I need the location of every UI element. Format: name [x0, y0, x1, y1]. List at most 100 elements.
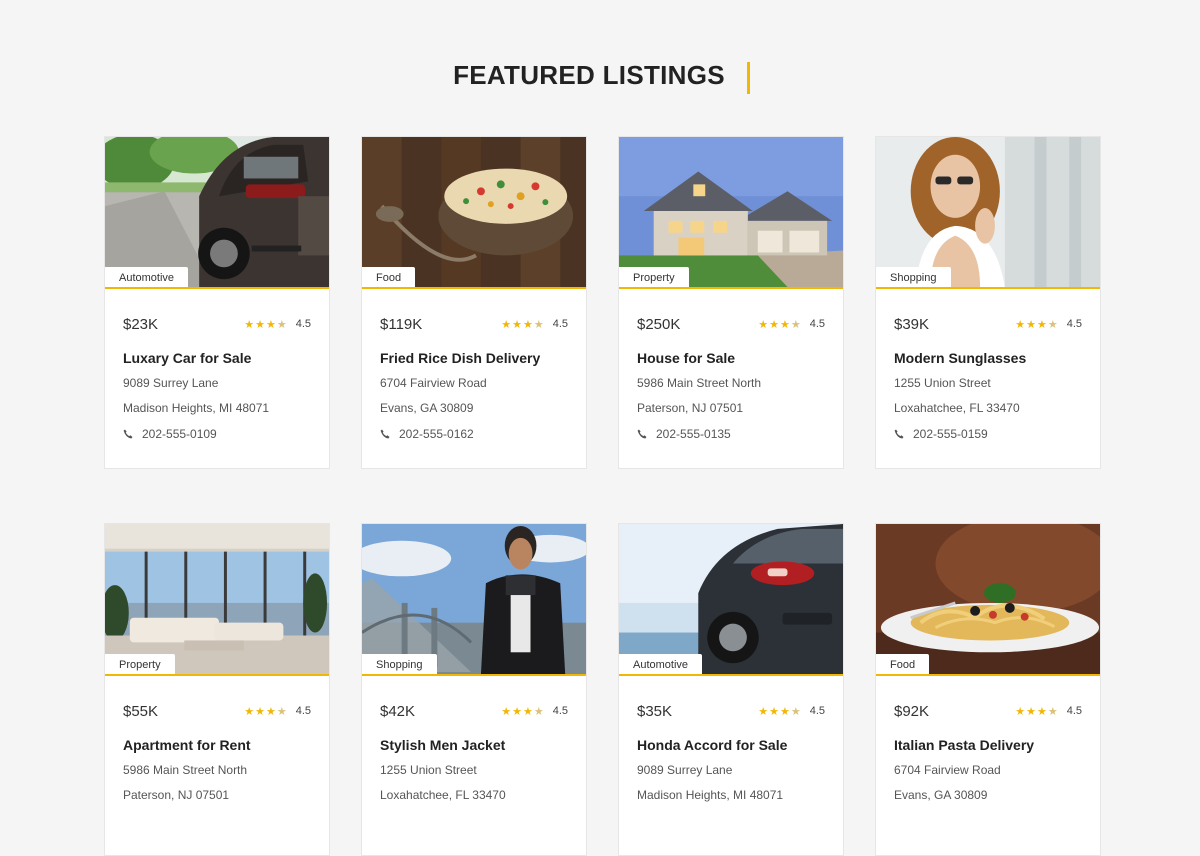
rating: ★★★★ 4.5 — [244, 318, 311, 331]
listing-image[interactable]: Automotive — [105, 137, 329, 289]
listing-image[interactable]: Property — [619, 137, 843, 289]
price: $55K — [123, 702, 159, 720]
sports-car-image — [619, 524, 843, 674]
rating-value: 4.5 — [1066, 705, 1082, 717]
address-line-2: Loxahatchee, FL 33470 — [894, 401, 1020, 415]
rating-value: 4.5 — [295, 705, 311, 717]
rating: ★★★★ 4.5 — [1015, 318, 1082, 331]
star-rating-icons: ★★★★ — [501, 705, 545, 718]
category-tag[interactable]: Automotive — [105, 267, 189, 287]
category-tag[interactable]: Property — [619, 267, 689, 287]
listing-card[interactable]: Property $250K ★★★★ 4.5 House for Sale 5… — [618, 136, 844, 469]
rating: ★★★★ 4.5 — [501, 705, 568, 718]
rating-value: 4.5 — [809, 705, 825, 717]
listing-title[interactable]: Stylish Men Jacket — [380, 737, 568, 753]
rating-value: 4.5 — [552, 705, 568, 717]
price: $92K — [894, 702, 930, 720]
listing-card[interactable]: Food $119K ★★★★ 4.5 Fried Rice Dish Deli… — [361, 136, 587, 469]
phone-row: 202-555-0162 — [380, 427, 568, 441]
address-line-1: 5986 Main Street North — [637, 376, 762, 390]
category-tag[interactable]: Automotive — [619, 654, 703, 674]
address-line-2: Evans, GA 30809 — [380, 401, 474, 415]
address-line-1: 1255 Union Street — [380, 763, 477, 777]
price: $119K — [380, 315, 423, 333]
rating: ★★★★ 4.5 — [501, 318, 568, 331]
listing-card[interactable]: Food $92K ★★★★ 4.5 Italian Pasta Deliver… — [875, 523, 1101, 856]
listing-image[interactable]: Automotive — [619, 524, 843, 676]
listing-card[interactable]: Automotive $35K ★★★★ 4.5 Honda Accord fo… — [618, 523, 844, 856]
category-tag[interactable]: Shopping — [362, 654, 437, 674]
listing-image[interactable]: Shopping — [876, 137, 1100, 289]
rating: ★★★★ 4.5 — [758, 318, 825, 331]
house-exterior-image — [619, 137, 843, 287]
rating-value: 4.5 — [295, 318, 311, 330]
star-rating-icons: ★★★★ — [244, 705, 288, 718]
address-line-1: 5986 Main Street North — [123, 763, 248, 777]
section-title: FEATURED LISTINGS — [453, 60, 750, 94]
listing-title[interactable]: Fried Rice Dish Delivery — [380, 350, 568, 366]
price: $42K — [380, 702, 416, 720]
rating: ★★★★ 4.5 — [244, 705, 311, 718]
category-tag[interactable]: Shopping — [876, 267, 951, 287]
phone-icon — [123, 429, 133, 439]
phone-number[interactable]: 202-555-0159 — [913, 427, 988, 441]
listing-card[interactable]: Shopping $39K ★★★★ 4.5 Modern Sunglasses… — [875, 136, 1101, 469]
listing-title[interactable]: House for Sale — [637, 350, 825, 366]
address-line-1: 6704 Fairview Road — [380, 376, 487, 390]
phone-icon — [894, 429, 904, 439]
category-tag[interactable]: Property — [105, 654, 175, 674]
phone-row: 202-555-0135 — [637, 427, 825, 441]
listing-card[interactable]: Shopping $42K ★★★★ 4.5 Stylish Men Jacke… — [361, 523, 587, 856]
phone-number[interactable]: 202-555-0109 — [142, 427, 217, 441]
fried-rice-bowl-image — [362, 137, 586, 287]
price: $23K — [123, 315, 159, 333]
category-tag[interactable]: Food — [876, 654, 930, 674]
phone-row: 202-555-0109 — [123, 427, 311, 441]
star-rating-icons: ★★★★ — [1015, 318, 1059, 331]
man-jacket-bridge-image — [362, 524, 586, 674]
apartment-interior-image — [105, 524, 329, 674]
pasta-plate-image — [876, 524, 1100, 674]
phone-row: 202-555-0159 — [894, 427, 1082, 441]
rating: ★★★★ 4.5 — [1015, 705, 1082, 718]
section-header: FEATURED LISTINGS — [0, 60, 1200, 94]
listing-image[interactable]: Shopping — [362, 524, 586, 676]
title-accent-bar — [746, 62, 750, 94]
rating-value: 4.5 — [1066, 318, 1082, 330]
listing-title[interactable]: Apartment for Rent — [123, 737, 311, 753]
listings-grid: Automotive $23K ★★★★ 4.5 Luxary Car for … — [104, 136, 1101, 856]
woman-sunglasses-image — [876, 137, 1100, 287]
section-title-text: FEATURED LISTINGS — [453, 60, 725, 90]
phone-icon — [380, 429, 390, 439]
price: $39K — [894, 315, 930, 333]
listing-title[interactable]: Italian Pasta Delivery — [894, 737, 1082, 753]
price: $35K — [637, 702, 673, 720]
star-rating-icons: ★★★★ — [1015, 705, 1059, 718]
listing-card[interactable]: Property $55K ★★★★ 4.5 Apartment for Ren… — [104, 523, 330, 856]
listing-card[interactable]: Automotive $23K ★★★★ 4.5 Luxary Car for … — [104, 136, 330, 469]
price: $250K — [637, 315, 681, 333]
listing-image[interactable]: Food — [362, 137, 586, 289]
star-rating-icons: ★★★★ — [758, 318, 802, 331]
listing-image[interactable]: Property — [105, 524, 329, 676]
category-tag[interactable]: Food — [362, 267, 416, 287]
address-line-1: 9089 Surrey Lane — [123, 376, 219, 390]
phone-icon — [637, 429, 647, 439]
address-line-1: 6704 Fairview Road — [894, 763, 1001, 777]
star-rating-icons: ★★★★ — [758, 705, 802, 718]
rating-value: 4.5 — [552, 318, 568, 330]
listing-image[interactable]: Food — [876, 524, 1100, 676]
rating: ★★★★ 4.5 — [758, 705, 825, 718]
listing-title[interactable]: Modern Sunglasses — [894, 350, 1082, 366]
address-line-1: 9089 Surrey Lane — [637, 763, 733, 777]
star-rating-icons: ★★★★ — [244, 318, 288, 331]
address-line-1: 1255 Union Street — [894, 376, 991, 390]
star-rating-icons: ★★★★ — [501, 318, 545, 331]
phone-number[interactable]: 202-555-0162 — [399, 427, 474, 441]
address-line-2: Madison Heights, MI 48071 — [123, 401, 270, 415]
car-on-road-image — [105, 137, 329, 287]
rating-value: 4.5 — [809, 318, 825, 330]
listing-title[interactable]: Honda Accord for Sale — [637, 737, 825, 753]
phone-number[interactable]: 202-555-0135 — [656, 427, 731, 441]
listing-title[interactable]: Luxary Car for Sale — [123, 350, 311, 366]
